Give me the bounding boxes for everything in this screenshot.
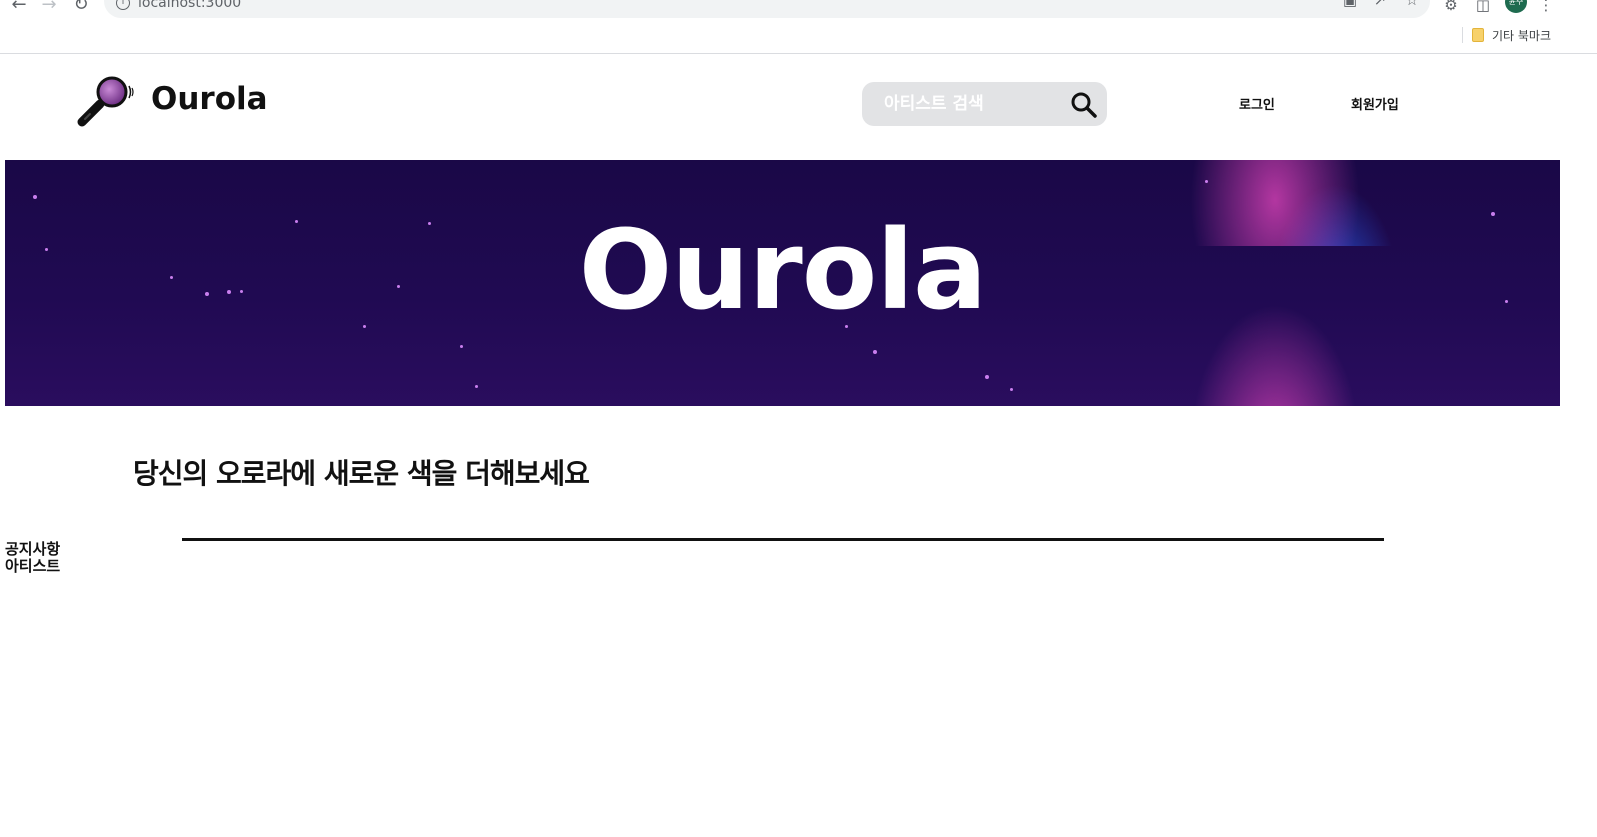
reload-icon[interactable]: ↻ bbox=[70, 0, 92, 16]
install-app-icon[interactable]: ▣ bbox=[1340, 0, 1360, 10]
star-dot bbox=[33, 195, 37, 199]
star-dot bbox=[475, 385, 478, 388]
other-bookmarks[interactable]: 기타 북마크 bbox=[1472, 26, 1551, 44]
extensions-puzzle-icon[interactable]: ⚙ bbox=[1440, 0, 1462, 16]
login-link[interactable]: 로그인 bbox=[1239, 94, 1275, 113]
star-dot bbox=[1010, 388, 1013, 391]
star-dot bbox=[985, 375, 989, 379]
side-panel-icon[interactable]: ◫ bbox=[1472, 0, 1494, 16]
forward-arrow-icon[interactable]: → bbox=[38, 0, 60, 16]
page-tagline: 당신의 오로라에 새로운 색을 더해보세요 bbox=[133, 457, 590, 490]
star-dot bbox=[1205, 180, 1208, 183]
star-dot bbox=[873, 350, 877, 354]
side-menu-notice[interactable]: 공지사항 bbox=[5, 541, 60, 558]
section-divider bbox=[182, 538, 1384, 541]
microphone-logo-icon[interactable] bbox=[76, 76, 136, 128]
address-bar[interactable]: i localhost:3000 ▣ ↗ ☆ bbox=[104, 0, 1430, 18]
back-arrow-icon[interactable]: ← bbox=[8, 0, 30, 16]
artist-search-box bbox=[862, 82, 1107, 126]
folder-icon bbox=[1472, 28, 1484, 42]
bookmark-separator bbox=[1462, 27, 1463, 43]
artist-search-input[interactable] bbox=[884, 82, 1064, 126]
side-menu-artists[interactable]: 아티스트 bbox=[5, 558, 60, 575]
profile-avatar[interactable]: 윤주 bbox=[1505, 0, 1527, 13]
browser-chrome: ← → ↻ i localhost:3000 ▣ ↗ ☆ ⚙ ◫ 윤주 ⋮ 기타… bbox=[0, 0, 1597, 54]
search-icon[interactable] bbox=[1070, 91, 1098, 119]
site-header: Ourola 로그인 회원가입 bbox=[0, 54, 1597, 160]
side-menu: 공지사항 아티스트 bbox=[5, 541, 60, 575]
more-menu-icon[interactable]: ⋮ bbox=[1535, 0, 1557, 16]
star-dot bbox=[460, 345, 463, 348]
other-bookmarks-label: 기타 북마크 bbox=[1492, 28, 1552, 43]
site-logo-text[interactable]: Ourola bbox=[151, 81, 268, 117]
hero-banner: Ourola bbox=[5, 160, 1560, 406]
share-icon[interactable]: ↗ bbox=[1370, 0, 1390, 10]
signup-link[interactable]: 회원가입 bbox=[1351, 94, 1399, 113]
bookmark-star-icon[interactable]: ☆ bbox=[1402, 0, 1422, 10]
site-info-icon[interactable]: i bbox=[116, 0, 130, 10]
address-url: localhost:3000 bbox=[138, 0, 242, 11]
hero-title: Ourola bbox=[578, 206, 988, 334]
